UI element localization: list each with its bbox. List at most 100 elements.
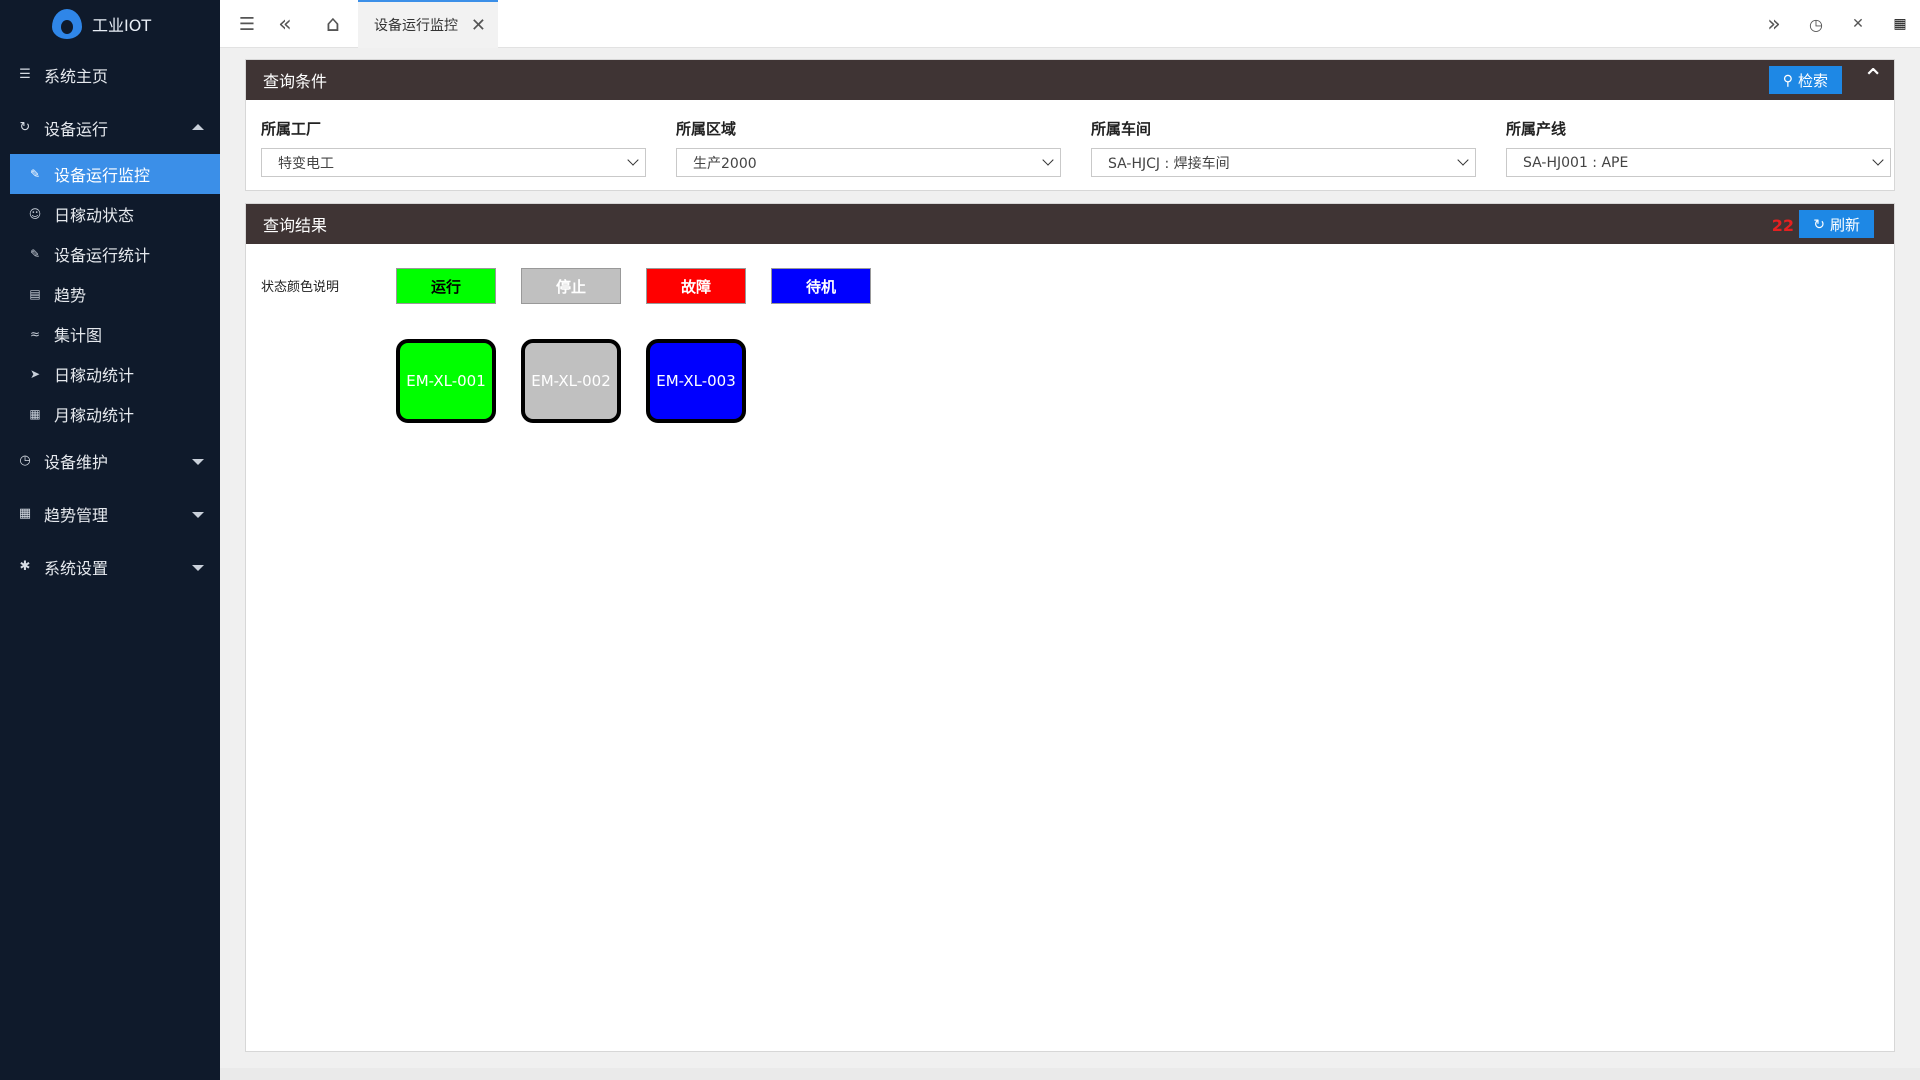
refresh-icon: ↻ — [19, 120, 31, 135]
results-panel-title: 查询结果 — [263, 216, 328, 235]
search-button-label: 检索 — [1797, 72, 1828, 90]
chevron-up-icon — [192, 123, 204, 130]
home-icon[interactable]: ⌂ — [316, 0, 350, 48]
sidebar-group-label: 趋势管理 — [44, 505, 109, 525]
app-logo[interactable]: 工业IOT — [0, 0, 220, 48]
scroll-right-icon[interactable]: » — [1754, 0, 1794, 48]
flame-logo-icon — [52, 9, 82, 39]
edit-icon: ✎ — [29, 167, 41, 181]
sidebar-group-label: 设备维护 — [44, 452, 109, 472]
sidebar-item-daily-utilization-status[interactable]: ☺ 日稼动状态 — [0, 194, 220, 234]
equipment-code: EM-XL-003 — [656, 372, 736, 390]
tab-equipment-monitor[interactable]: 设备运行监控 ✕ — [358, 0, 498, 48]
refresh-button[interactable]: ↻ 刷新 — [1799, 210, 1874, 238]
scroll-left-icon[interactable]: « — [272, 0, 298, 48]
sidebar-group-label: 设备运行 — [44, 119, 109, 139]
layers-icon: ☰ — [19, 67, 31, 82]
legend-stopped: 停止 — [521, 268, 621, 304]
factory-field: 所属工厂 特变电工 — [261, 118, 646, 177]
workshop-select[interactable]: SA-HJCJ : 焊接车间 — [1091, 148, 1476, 177]
chevron-down-icon — [192, 564, 204, 571]
legend-standby: 待机 — [771, 268, 871, 304]
legend-stopped-label: 停止 — [555, 277, 586, 296]
workshop-label: 所属车间 — [1091, 120, 1152, 138]
list-icon: ▦ — [18, 506, 32, 521]
sidebar-item-label: 系统主页 — [44, 66, 109, 86]
sidebar-item-label: 设备运行监控 — [54, 166, 151, 185]
legend-running: 运行 — [396, 268, 496, 304]
sidebar-item-home[interactable]: ☰ 系统主页 — [0, 48, 220, 101]
collapse-up-icon[interactable]: ⌃ — [1862, 64, 1884, 94]
refresh-countdown: 22 — [1771, 216, 1794, 235]
sidebar-item-label: 日稼动统计 — [54, 366, 135, 385]
results-panel-header: 查询结果 22 ↻ 刷新 — [246, 204, 1894, 244]
chevron-down-icon — [1872, 154, 1884, 166]
tab-label: 设备运行监控 — [374, 18, 458, 34]
refresh-button-label: 刷新 — [1829, 216, 1860, 234]
chevron-down-icon — [192, 458, 204, 465]
list-icon: ▦ — [29, 407, 41, 421]
production-line-field: 所属产线 SA-HJ001 : APE — [1506, 118, 1891, 177]
sidebar-item-trend[interactable]: ▤ 趋势 — [0, 274, 220, 314]
legend-label: 状态颜色说明 — [261, 280, 340, 295]
edit-icon: ✎ — [29, 247, 41, 261]
workshop-select-value: SA-HJCJ : 焊接车间 — [1108, 155, 1230, 172]
area-select-value: 生产2000 — [693, 155, 757, 172]
doc-icon: ▤ — [29, 287, 41, 301]
equipment-code: EM-XL-002 — [531, 372, 611, 390]
sidebar-item-aggregate-chart[interactable]: ≈ 集计图 — [0, 314, 220, 354]
sidebar-item-daily-utilization-stats[interactable]: ➤ 日稼动统计 — [0, 354, 220, 394]
chevron-down-icon — [627, 154, 639, 166]
gear-icon: ✱ — [19, 559, 31, 574]
close-tab-icon[interactable]: ✕ — [471, 15, 486, 36]
chevron-down-icon — [1042, 154, 1054, 166]
area-select[interactable]: 生产2000 — [676, 148, 1061, 177]
query-panel-header: 查询条件 ⚲ 检索 ⌃ — [246, 60, 1894, 100]
query-panel-title: 查询条件 — [263, 72, 328, 91]
sidebar-item-label: 趋势 — [54, 286, 87, 305]
sidebar-group-equipment-maintenance[interactable]: ◷ 设备维护 — [0, 434, 220, 487]
sidebar-item-monthly-utilization-stats[interactable]: ▦ 月稼动统计 — [0, 394, 220, 434]
menu-toggle-icon[interactable]: ☰ — [234, 0, 260, 48]
sidebar-item-equipment-monitor[interactable]: ✎ 设备运行监控 — [10, 154, 220, 194]
results-panel: 查询结果 22 ↻ 刷新 状态颜色说明 运行 停止 故障 待机 EM-XL-00… — [245, 203, 1895, 1052]
equipment-card[interactable]: EM-XL-003 — [646, 339, 746, 423]
app-title: 工业IOT — [92, 16, 152, 35]
legend-running-label: 运行 — [430, 277, 461, 296]
chevron-down-icon — [192, 511, 204, 518]
sidebar-group-equipment-operation[interactable]: ↻ 设备运行 — [0, 101, 220, 154]
search-button[interactable]: ⚲ 检索 — [1768, 66, 1842, 94]
top-bar: ☰ « ⌂ 设备运行监控 ✕ » ◷ ✕ ▦ — [220, 0, 1920, 48]
sidebar-group-system-settings[interactable]: ✱ 系统设置 — [0, 540, 220, 593]
sidebar-item-equipment-statistics[interactable]: ✎ 设备运行统计 — [0, 234, 220, 274]
search-icon: ⚲ — [1782, 71, 1793, 88]
chevron-down-icon — [1457, 154, 1469, 166]
query-panel: 查询条件 ⚲ 检索 ⌃ 所属工厂 特变电工 所属区域 生产2000 所属车间 S… — [245, 59, 1895, 191]
sidebar-item-label: 集计图 — [54, 326, 103, 345]
equipment-code: EM-XL-001 — [406, 372, 486, 390]
sidebar-group-label: 系统设置 — [44, 558, 109, 578]
factory-select[interactable]: 特变电工 — [261, 148, 646, 177]
factory-label: 所属工厂 — [261, 120, 322, 138]
sidebar-item-label: 日稼动状态 — [54, 206, 135, 225]
sidebar-item-label: 月稼动统计 — [54, 406, 135, 425]
area-field: 所属区域 生产2000 — [676, 118, 1061, 177]
legend-fault-label: 故障 — [680, 277, 711, 296]
factory-select-value: 特变电工 — [278, 155, 334, 172]
equipment-card[interactable]: EM-XL-001 — [396, 339, 496, 423]
legend-fault: 故障 — [646, 268, 746, 304]
close-all-icon[interactable]: ✕ — [1838, 0, 1878, 48]
production-line-select[interactable]: SA-HJ001 : APE — [1506, 148, 1891, 177]
production-line-label: 所属产线 — [1506, 120, 1567, 138]
refresh-icon: ↻ — [1813, 215, 1825, 232]
sidebar: 工业IOT ☰ 系统主页 ↻ 设备运行 ✎ 设备运行监控 ☺ 日稼动状态 ✎ 设… — [0, 0, 220, 1080]
footer-strip — [220, 1068, 1920, 1080]
smile-icon: ☺ — [28, 207, 42, 221]
pulse-icon: ≈ — [29, 327, 41, 341]
production-line-select-value: SA-HJ001 : APE — [1523, 154, 1629, 171]
equipment-card[interactable]: EM-XL-002 — [521, 339, 621, 423]
clock-icon: ◷ — [19, 453, 31, 468]
history-icon[interactable]: ◷ — [1796, 0, 1836, 48]
sidebar-group-trend-management[interactable]: ▦ 趋势管理 — [0, 487, 220, 540]
grid-icon[interactable]: ▦ — [1880, 0, 1920, 48]
